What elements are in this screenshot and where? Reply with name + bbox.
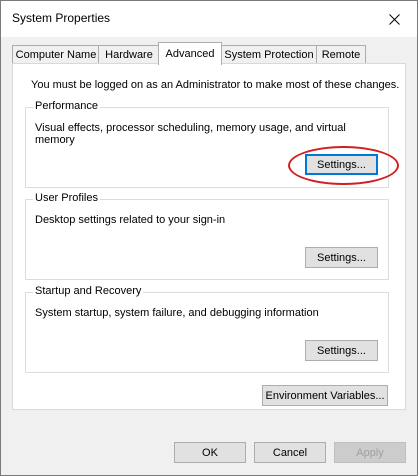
window-title: System Properties <box>12 11 111 25</box>
performance-title: Performance <box>33 100 100 112</box>
tab-remote[interactable]: Remote <box>316 45 366 64</box>
close-button[interactable] <box>371 1 417 37</box>
user-profiles-title: User Profiles <box>33 192 100 204</box>
title-bar: System Properties <box>1 1 417 37</box>
system-properties-dialog: System Properties Computer Name Hardware… <box>0 0 418 476</box>
performance-group: Performance Visual effects, processor sc… <box>25 100 399 188</box>
tab-hardware[interactable]: Hardware <box>98 45 160 64</box>
startup-recovery-group: Startup and Recovery System startup, sys… <box>25 285 389 373</box>
startup-recovery-settings-button[interactable]: Settings... <box>305 340 378 361</box>
advanced-tab-panel: You must be logged on as an Administrato… <box>12 63 406 410</box>
admin-notice: You must be logged on as an Administrato… <box>31 79 400 91</box>
startup-recovery-title: Startup and Recovery <box>33 285 144 297</box>
close-icon <box>388 13 400 25</box>
performance-description: Visual effects, processor scheduling, me… <box>35 122 346 146</box>
environment-variables-button[interactable]: Environment Variables... <box>262 385 388 406</box>
tab-advanced[interactable]: Advanced <box>158 42 222 65</box>
tab-computer-name[interactable]: Computer Name <box>12 45 100 64</box>
user-profiles-group: User Profiles Desktop settings related t… <box>25 192 389 280</box>
user-profiles-description: Desktop settings related to your sign-in <box>35 214 226 226</box>
user-profiles-settings-button[interactable]: Settings... <box>305 247 378 268</box>
performance-settings-button[interactable]: Settings... <box>305 154 378 175</box>
ok-button[interactable]: OK <box>174 442 246 463</box>
apply-button[interactable]: Apply <box>334 442 406 463</box>
tab-system-protection[interactable]: System Protection <box>220 45 318 64</box>
cancel-button[interactable]: Cancel <box>254 442 326 463</box>
startup-recovery-description: System startup, system failure, and debu… <box>35 307 319 319</box>
